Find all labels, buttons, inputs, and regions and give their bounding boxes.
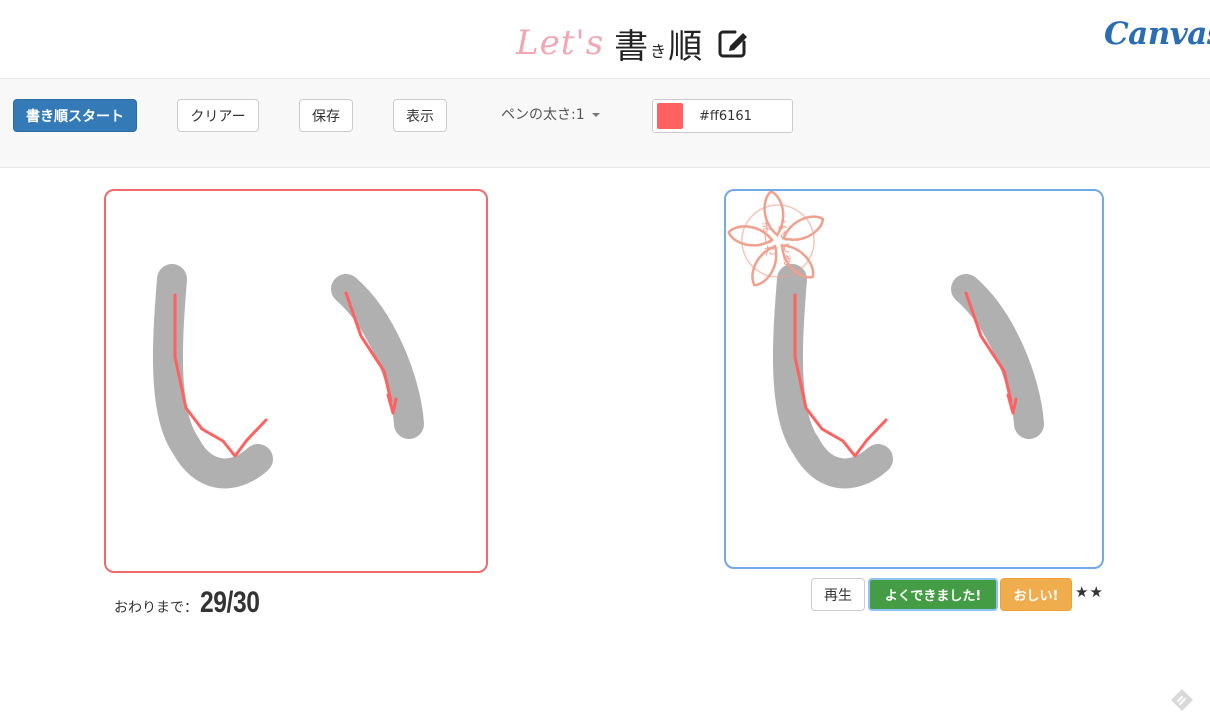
show-button[interactable]: 表示 — [393, 99, 447, 132]
logo-ki-text: き — [650, 42, 667, 61]
preview-guide-strokes — [772, 264, 1044, 489]
corner-logo-icon[interactable] — [1170, 688, 1194, 712]
progress-value: 29/30 — [200, 586, 260, 619]
drawing-canvas[interactable] — [104, 189, 488, 573]
caret-down-icon — [591, 113, 600, 117]
color-value-text: #ff6161 — [699, 108, 752, 124]
save-button[interactable]: 保存 — [299, 99, 353, 132]
logo-jun-text: 順 — [668, 26, 703, 67]
preview-guide-stroke-2 — [951, 274, 1044, 439]
pen-size-label: ペンの太さ:1 — [501, 107, 585, 123]
progress-label: おわりまで： — [114, 600, 198, 616]
guide-stroke-2 — [331, 274, 424, 439]
app-logo: Let's 書 き 順 — [516, 18, 750, 68]
logo-lets-text: Let's — [516, 23, 605, 63]
app-header: Let's 書 き 順 Canvas — [0, 0, 1210, 78]
guide-strokes — [152, 264, 424, 489]
edit-pencil-icon — [716, 26, 750, 60]
color-picker[interactable]: #ff6161 — [652, 99, 793, 133]
logo-kaki-text: 書 — [614, 26, 649, 67]
clear-button[interactable]: クリアー — [177, 99, 259, 132]
progress-counter: おわりまで： 29/30 — [114, 586, 273, 620]
almost-button[interactable]: おしい! — [1000, 578, 1072, 611]
brand-logo[interactable]: Canvas — [1104, 16, 1210, 52]
preview-canvas: よくでき ました — [724, 189, 1104, 569]
rating-stars: ★★ — [1075, 583, 1104, 601]
color-swatch[interactable] — [657, 103, 683, 129]
replay-button[interactable]: 再生 — [811, 578, 865, 611]
pen-size-dropdown[interactable]: ペンの太さ:1 — [501, 104, 600, 124]
good-job-button[interactable]: よくできました! — [868, 578, 998, 611]
start-stroke-order-button[interactable]: 書き順スタート — [13, 99, 137, 132]
